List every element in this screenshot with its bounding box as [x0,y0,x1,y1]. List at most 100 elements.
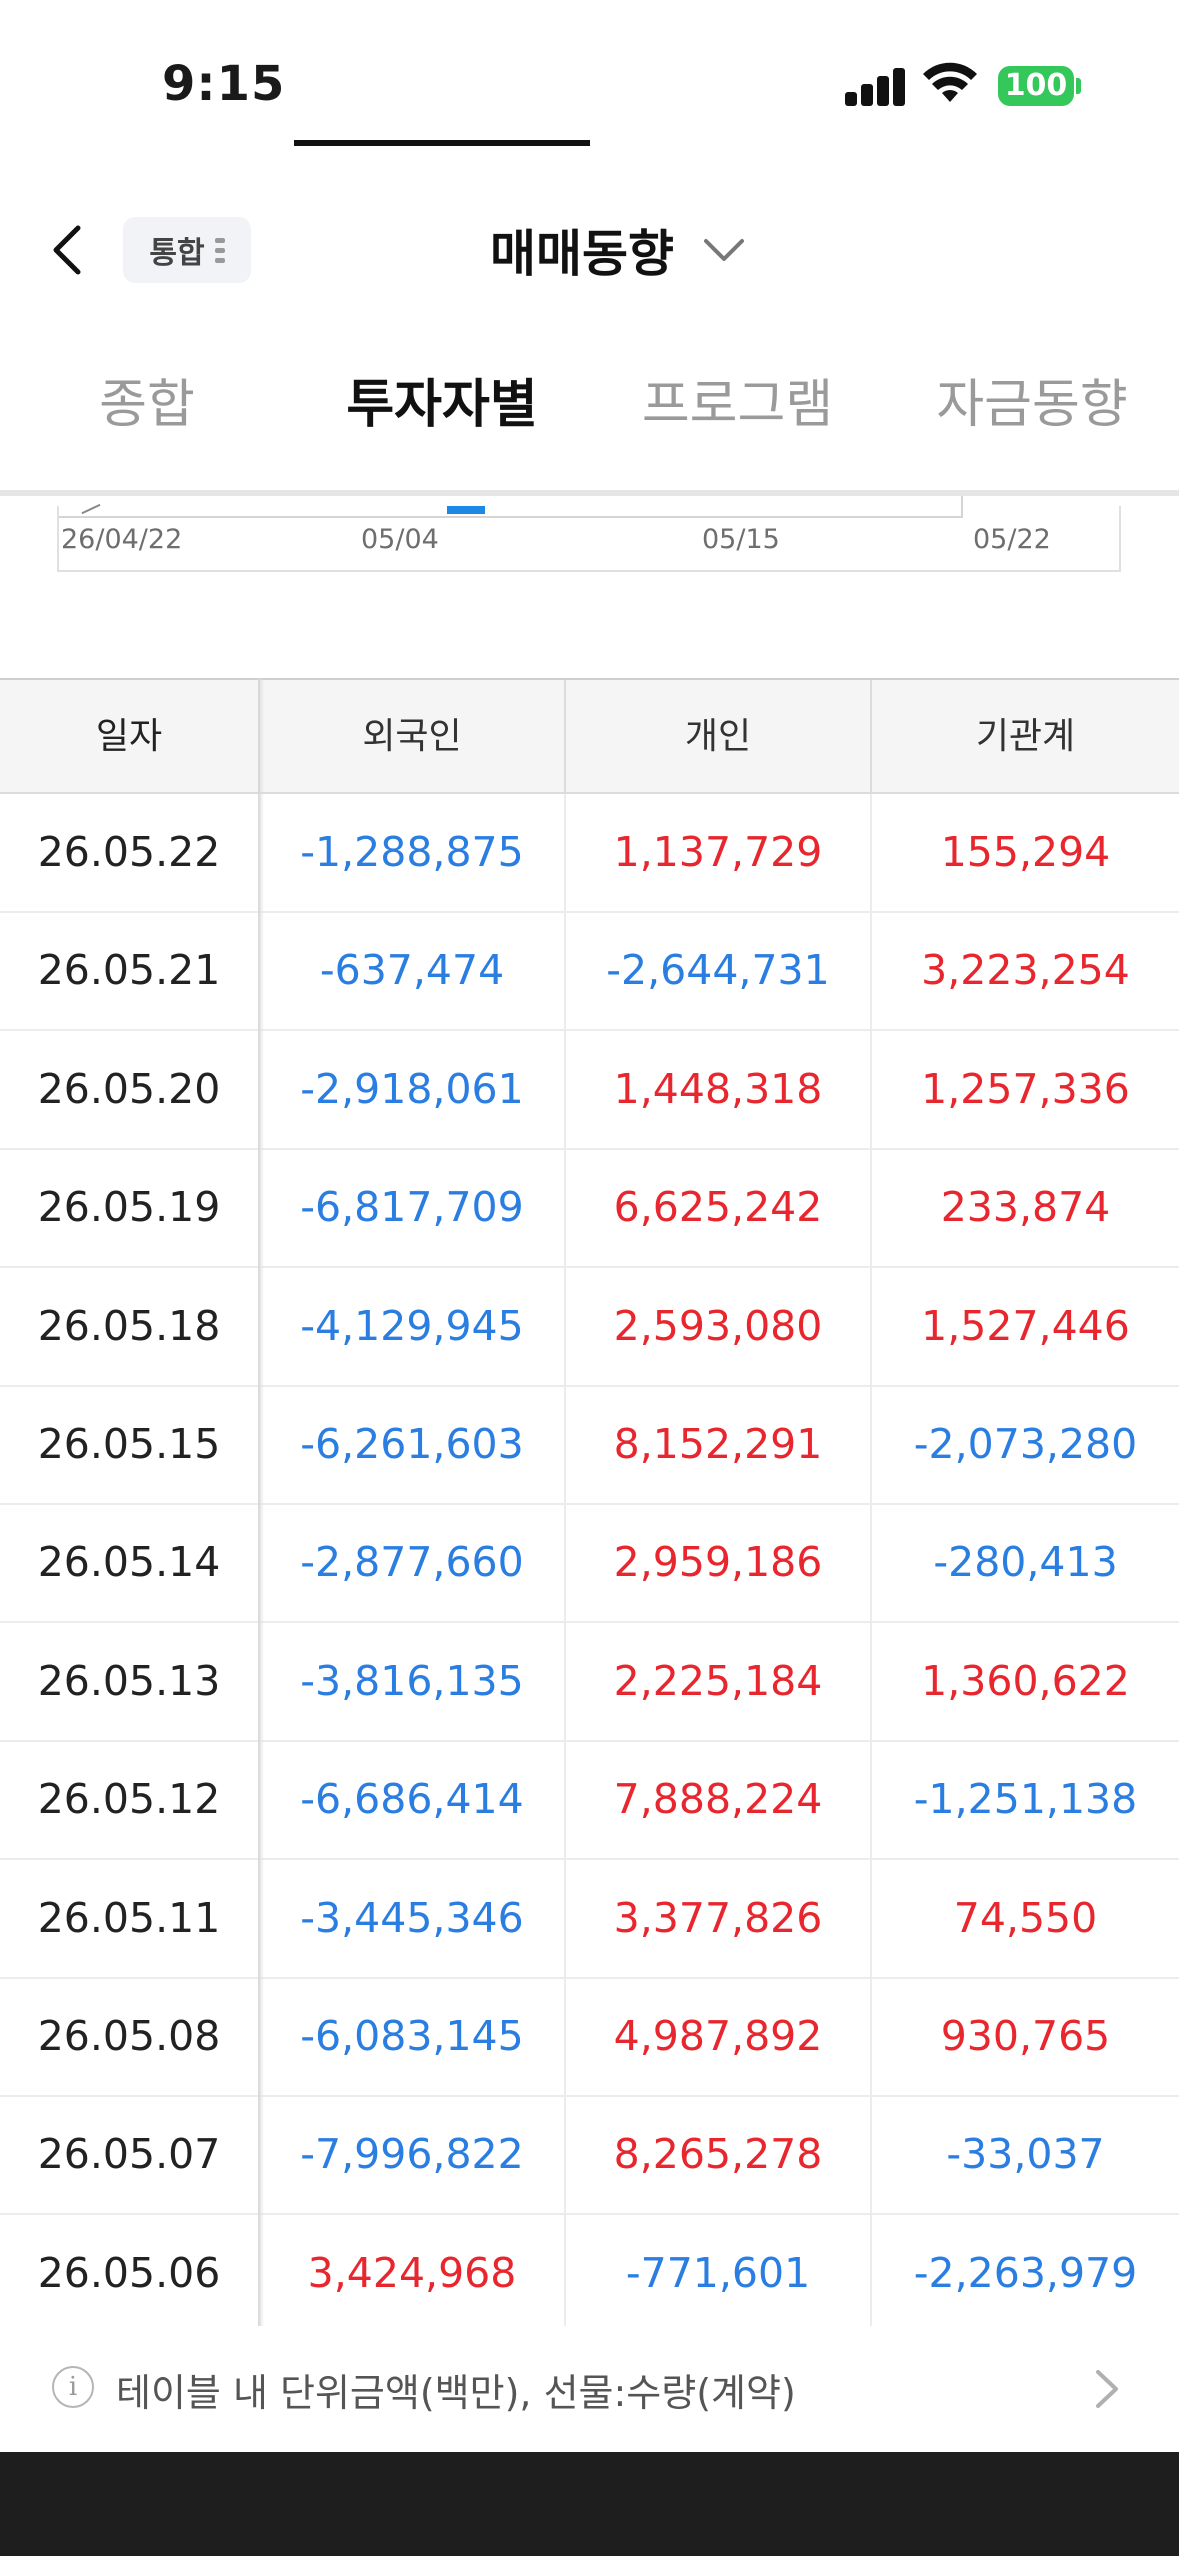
cell-date: 26.05.18 [0,1267,260,1385]
table-row[interactable]: 26.05.21 -637,474 -2,644,731 3,223,254 [0,912,1179,1032]
chart-area[interactable]: 26/04/22 05/04 05/15 05/22 [57,496,1121,572]
cell-foreign: -7,996,822 [260,2096,566,2214]
table-row[interactable]: 26.05.19 -6,817,709 6,625,242 233,874 [0,1149,1179,1269]
table-row[interactable]: 26.05.20 -2,918,061 1,448,318 1,257,336 [0,1030,1179,1150]
cell-foreign: -3,445,346 [260,1859,566,1977]
cell-date: 26.05.12 [0,1741,260,1859]
cell-foreign: -6,686,414 [260,1741,566,1859]
cell-date: 26.05.11 [0,1859,260,1977]
cell-foreign: -4,129,945 [260,1267,566,1385]
cell-individual: 4,987,892 [566,1978,872,2095]
tab-program[interactable]: 프로그램 [590,350,885,496]
cell-individual: 8,265,278 [566,2096,872,2214]
chart-tick-label: 05/15 [702,524,780,555]
cell-institution: 233,874 [940,1183,1111,1232]
cell-foreign: -6,261,603 [260,1386,566,1503]
table-row[interactable]: 26.05.07 -7,996,822 8,265,278 -33,037 [0,2096,1179,2216]
cell-institution: -33,037 [946,2130,1105,2179]
table-row[interactable]: 26.05.06 3,424,968 -771,601 -2,263,979 [0,2214,1179,2334]
cell-foreign: 3,424,968 [260,2214,566,2332]
cell-individual: 2,959,186 [566,1504,872,1622]
cell-foreign: -2,877,660 [260,1504,566,1622]
header-individual[interactable]: 개인 [566,680,872,794]
cell-date: 26.05.14 [0,1504,260,1622]
cell-date: 26.05.20 [0,1030,260,1148]
cell-date: 26.05.13 [0,1622,260,1740]
back-chevron-icon[interactable] [40,220,100,280]
cell-individual: 7,888,224 [566,1741,872,1859]
menu-dots-icon [214,237,225,263]
cell-institution: 74,550 [953,1893,1098,1942]
chart-tick-label: 05/04 [361,524,439,555]
table-row[interactable]: 26.05.18 -4,129,945 2,593,080 1,527,446 [0,1267,1179,1387]
wifi-icon [923,62,977,102]
scope-label: 통합 [149,236,205,271]
scope-selector-button[interactable]: 통합 [123,217,251,283]
cell-individual: 2,593,080 [566,1267,872,1385]
cell-foreign: -2,918,061 [260,1030,566,1148]
tab-fund-trend[interactable]: 자금동향 [885,350,1179,496]
table-row[interactable]: 26.05.15 -6,261,603 8,152,291 -2,073,280 [0,1386,1179,1505]
chart-line-fragment [81,503,101,515]
cell-date: 26.05.06 [0,2214,260,2332]
status-time: 9:15 [162,56,286,112]
table-row[interactable]: 26.05.11 -3,445,346 3,377,826 74,550 [0,1859,1179,1979]
cell-foreign: -1,288,875 [260,794,566,911]
chart-plot-edge [961,496,963,518]
cell-foreign: -637,474 [260,912,566,1030]
battery-icon: 100 [998,66,1074,106]
signal-icon [845,66,907,106]
cell-institution: -1,251,138 [913,1775,1138,1824]
chevron-right-icon [1096,2370,1118,2408]
header-foreign[interactable]: 외국인 [260,680,566,794]
cell-date: 26.05.21 [0,912,260,1030]
info-icon: i [52,2366,94,2408]
unit-note-text: 테이블 내 단위금액(백만), 선물:수량(계약) [116,2371,796,2415]
cell-date: 26.05.22 [0,794,260,911]
cell-individual: -2,644,731 [566,912,872,1030]
table-header: 일자 외국인 개인 기관계 [0,678,1179,794]
page-title: 매매동향 [490,225,674,283]
chart-tick-label: 05/22 [973,524,1051,555]
table-row[interactable]: 26.05.08 -6,083,145 4,987,892 930,765 [0,1978,1179,2097]
tab-summary[interactable]: 종합 [0,350,294,496]
cell-foreign: -6,083,145 [260,1978,566,2095]
cell-institution: 3,223,254 [921,946,1130,995]
cell-individual: -771,601 [566,2214,872,2332]
active-tab-indicator [294,140,590,146]
cell-date: 26.05.19 [0,1149,260,1267]
bottom-bar [0,2452,1179,2556]
table-row[interactable]: 26.05.12 -6,686,414 7,888,224 -1,251,138 [0,1741,1179,1861]
table-row[interactable]: 26.05.14 -2,877,660 2,959,186 -280,413 [0,1504,1179,1624]
tab-divider [0,490,1179,496]
tab-by-investor[interactable]: 투자자별 [294,350,590,496]
cell-date: 26.05.07 [0,2096,260,2214]
cell-institution: -280,413 [933,1538,1118,1587]
cell-institution: 1,527,446 [921,1301,1130,1350]
dropdown-chevron-icon [704,239,744,261]
table-row[interactable]: 26.05.22 -1,288,875 1,137,729 155,294 [0,794,1179,913]
cell-individual: 8,152,291 [566,1386,872,1503]
cell-institution: 155,294 [940,828,1111,876]
cell-individual: 1,137,729 [566,794,872,911]
unit-note-bar[interactable]: i 테이블 내 단위금액(백만), 선물:수량(계약) [0,2326,1179,2452]
cell-individual: 1,448,318 [566,1030,872,1148]
header-date[interactable]: 일자 [0,680,260,794]
cell-individual: 3,377,826 [566,1859,872,1977]
chart-tick-label: 26/04/22 [61,524,183,555]
cell-institution: 1,360,622 [921,1656,1130,1705]
cell-institution: -2,073,280 [913,1420,1138,1468]
title-dropdown[interactable]: 매매동향 [490,215,746,285]
chart-baseline [59,516,963,518]
tab-bar: 종합 투자자별 프로그램 자금동향 [0,350,1179,496]
chart-range-marker[interactable] [447,506,485,514]
cell-institution: 1,257,336 [921,1064,1130,1113]
cell-institution: 930,765 [940,2012,1111,2060]
cell-foreign: -3,816,135 [260,1622,566,1740]
cell-institution: -2,263,979 [913,2248,1138,2297]
header: 통합 매매동향 [0,190,1179,310]
battery-tip [1076,78,1081,94]
cell-date: 26.05.15 [0,1386,260,1503]
header-institution[interactable]: 기관계 [872,680,1179,794]
table-row[interactable]: 26.05.13 -3,816,135 2,225,184 1,360,622 [0,1622,1179,1742]
